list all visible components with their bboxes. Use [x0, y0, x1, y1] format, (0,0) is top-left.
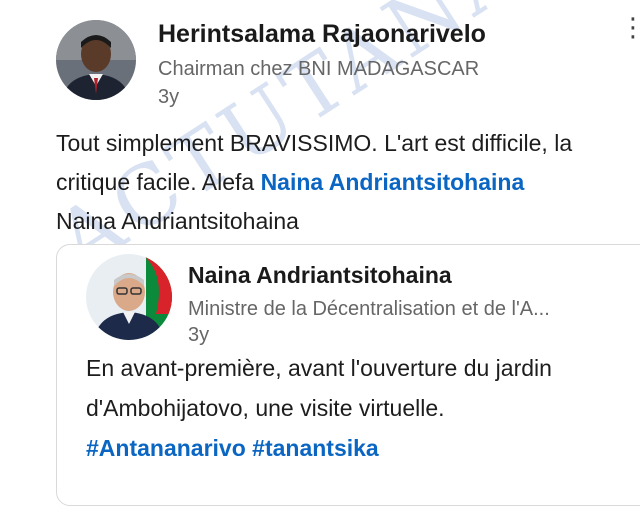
mention-link[interactable]: Naina Andriantsitohaina [261, 169, 525, 195]
shared-author-headline: Ministre de la Décentralisation et de l'… [188, 298, 550, 320]
author-headline: Chairman chez BNI MADAGASCAR [158, 58, 480, 80]
mention-text: Naina Andriantsitohaina [56, 208, 299, 234]
hashtag-link[interactable]: #Antananarivo [86, 435, 246, 461]
post-timestamp: 3y [158, 86, 180, 108]
shared-author-avatar[interactable] [86, 254, 172, 340]
hashtag-link[interactable]: #tanantsika [252, 435, 379, 461]
author-name[interactable]: Herintsalama Rajaonarivelo [158, 20, 486, 49]
shared-post-body: En avant-première, avant l'ouverture du … [86, 348, 626, 468]
shared-post-timestamp: 3y [188, 324, 210, 346]
shared-post-text: En avant-première, avant l'ouverture du … [86, 355, 552, 421]
shared-author-name[interactable]: Naina Andriantsitohaina [188, 262, 452, 289]
more-vertical-icon[interactable]: ⋮ [620, 14, 640, 40]
post-body: Tout simplement BRAVISSIMO. L'art est di… [56, 124, 636, 241]
author-avatar[interactable] [56, 20, 136, 100]
